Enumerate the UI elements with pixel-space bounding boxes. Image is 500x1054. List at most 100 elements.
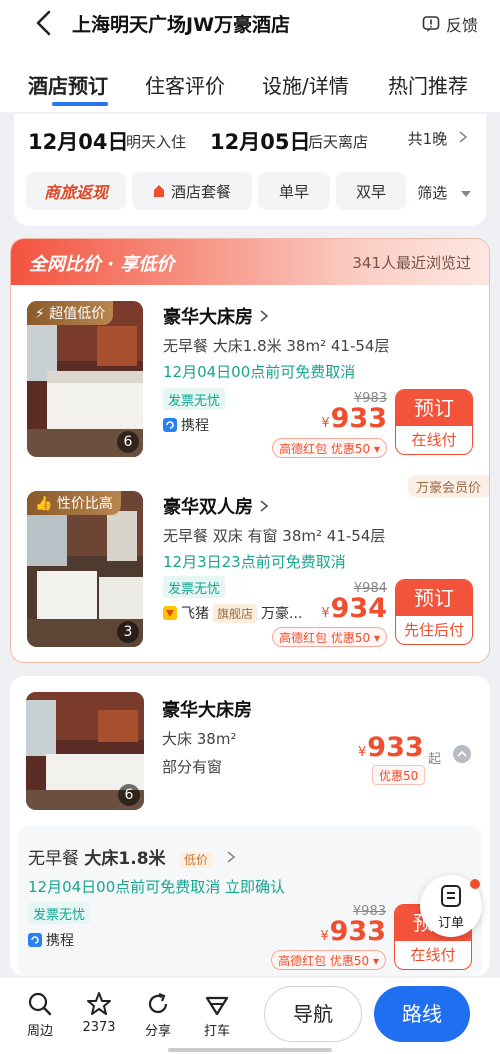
room-card[interactable]: ⚡ 超值低价 6 豪华大床房 无早餐 大床1.8米 38m² 41-54层 12… <box>11 301 489 481</box>
favorite-count: 2373 <box>82 1020 116 1035</box>
price-value: 933 <box>330 403 387 434</box>
share-icon <box>148 992 168 1013</box>
tab-reviews[interactable]: 住客评价 <box>145 70 225 99</box>
price-value: 934 <box>330 593 387 624</box>
checkout-date[interactable]: 12月05日 <box>210 126 310 156</box>
price: ¥933 <box>358 732 424 763</box>
cancel-policy: 12月04日00点前可免费取消 立即确认 <box>28 878 286 896</box>
coupon-tag[interactable]: 高德红包 优惠50 ▾ <box>271 950 386 970</box>
chevron-right-icon <box>459 131 468 143</box>
back-arrow-icon[interactable] <box>30 8 60 38</box>
filter-double-breakfast[interactable]: 双早 <box>336 172 406 210</box>
source: 携程 <box>163 415 209 435</box>
triangle-down-icon <box>461 191 471 197</box>
source-label: 携程 <box>46 933 74 949</box>
recent-views: 341人最近浏览过 <box>352 254 471 272</box>
price: ¥934 <box>321 593 387 624</box>
coupon-label: 高德红包 优惠50 <box>278 954 370 968</box>
cancel-policy: 12月3日23点前可免费取消 <box>163 553 346 571</box>
price: ¥933 <box>320 916 386 947</box>
fliggy-logo-icon <box>163 606 177 620</box>
share-label: 分享 <box>144 1024 171 1039</box>
price-value: 933 <box>367 732 424 763</box>
hotel-title: 上海明天广场JW万豪酒店 <box>72 14 291 36</box>
offer-title: 无早餐 大床1.8米 低价 <box>28 844 236 869</box>
navigate-button[interactable]: 导航 <box>264 986 362 1042</box>
price-value: 933 <box>329 916 386 947</box>
room-spec: 无早餐 大床1.8米 38m² 41-54层 <box>163 337 390 355</box>
promo-title: 全网比价 · 享低价 <box>29 254 175 275</box>
badge-label: 性价比高 <box>56 496 113 512</box>
photo-count: 3 <box>117 621 139 643</box>
taxi-icon <box>205 996 229 1016</box>
room-card[interactable]: 👍 性价比高 3 豪华双人房 无早餐 双床 有窗 38m² 41-54层 12月… <box>11 491 489 661</box>
book-label: 预订 <box>396 580 472 616</box>
room-name[interactable]: 豪华大床房 <box>163 303 269 329</box>
book-button[interactable]: 预订 先住后付 <box>395 579 473 645</box>
order-float-button[interactable]: 订单 <box>420 875 482 937</box>
favorite-button[interactable]: 2373 <box>74 990 124 1035</box>
nearby-button[interactable]: 周边 <box>15 990 65 1039</box>
source: 携程 <box>28 930 74 950</box>
taxi-button[interactable]: 打车 <box>192 990 242 1039</box>
feedback-button[interactable]: 反馈 <box>422 12 478 36</box>
checkin-date[interactable]: 12月04日 <box>28 126 128 156</box>
filter-select[interactable]: 筛选 <box>417 182 472 203</box>
invoice-tag: 发票无忧 <box>163 388 226 410</box>
filter-cashback[interactable]: 商旅返现 <box>26 172 126 210</box>
room-spec: 无早餐 双床 有窗 38m² 41-54层 <box>163 527 386 545</box>
price-suffix: 起 <box>428 752 442 767</box>
home-indicator <box>168 1048 332 1052</box>
badge-label: 超值低价 <box>49 306 106 322</box>
feedback-icon <box>422 16 440 32</box>
nearby-label: 周边 <box>26 1024 53 1039</box>
price-compare-card: 全网比价 · 享低价 341人最近浏览过 ⚡ 超值低价 6 豪华大床房 无早餐 … <box>10 238 490 663</box>
feedback-label: 反馈 <box>445 16 478 35</box>
taxi-label: 打车 <box>203 1024 230 1039</box>
package-icon <box>153 185 164 197</box>
filter-single-breakfast[interactable]: 单早 <box>258 172 330 210</box>
ctrip-logo-icon <box>163 418 177 432</box>
nights-label: 共1晚 <box>407 130 448 148</box>
tab-booking[interactable]: 酒店预订 <box>28 70 108 99</box>
photo-count: 6 <box>117 431 139 453</box>
header: 上海明天广场JW万豪酒店 反馈 酒店预订 住客评价 设施/详情 热门推荐 <box>0 0 500 112</box>
chevron-right-icon <box>260 500 269 512</box>
coupon-tag: 优惠50 <box>372 765 426 785</box>
invoice-tag: 发票无忧 <box>28 902 91 924</box>
coupon-tag[interactable]: 高德红包 优惠50 ▾ <box>272 627 387 647</box>
pay-type: 在线付 <box>410 946 456 964</box>
photo-count: 6 <box>118 784 140 806</box>
order-list-icon <box>441 885 461 907</box>
cancel-policy: 12月04日00点前可免费取消 <box>163 363 356 381</box>
room-photo[interactable]: 6 <box>26 692 144 810</box>
room-window: 部分有窗 <box>162 758 223 776</box>
thumbs-up-icon: 👍 <box>35 496 53 512</box>
order-label: 订单 <box>437 916 464 931</box>
room-name[interactable]: 豪华双人房 <box>163 493 269 519</box>
route-button[interactable]: 路线 <box>374 986 470 1042</box>
offer-bed: 大床1.8米 <box>84 849 166 869</box>
tab-recommend[interactable]: 热门推荐 <box>388 70 468 99</box>
book-button[interactable]: 预订 在线付 <box>395 389 473 455</box>
search-icon <box>28 992 52 1016</box>
value-badge: ⚡ 超值低价 <box>27 301 114 325</box>
share-button[interactable]: 分享 <box>133 990 183 1039</box>
checkin-note: 明天入住 <box>126 133 187 151</box>
room-spec: 大床 38m² <box>162 730 237 748</box>
room-name-label: 豪华双人房 <box>163 497 253 518</box>
coupon-label: 高德红包 优惠50 <box>279 442 371 456</box>
coupon-tag[interactable]: 高德红包 优惠50 ▾ <box>272 438 387 458</box>
room-list-card: 6 豪华大床房 大床 38m² 部分有窗 ¥933 起 优惠50 无早餐 大床1… <box>10 676 490 976</box>
expand-up-icon[interactable] <box>452 744 472 764</box>
offer-row[interactable]: 无早餐 大床1.8米 低价 12月04日00点前可免费取消 立即确认 发票无忧 … <box>18 826 482 976</box>
filter-package-label: 酒店套餐 <box>170 182 231 201</box>
nights-count[interactable]: 共1晚 <box>408 128 468 149</box>
filter-package[interactable]: 酒店套餐 <box>132 172 252 210</box>
room-name[interactable]: 豪华大床房 <box>162 696 252 722</box>
pay-type: 在线付 <box>411 431 457 449</box>
value-badge: 👍 性价比高 <box>27 491 121 515</box>
tab-facilities[interactable]: 设施/详情 <box>262 70 349 99</box>
bottom-bar: 周边 2373 分享 打车 导航 路线 <box>0 978 500 1054</box>
ctrip-logo-icon <box>28 933 42 947</box>
